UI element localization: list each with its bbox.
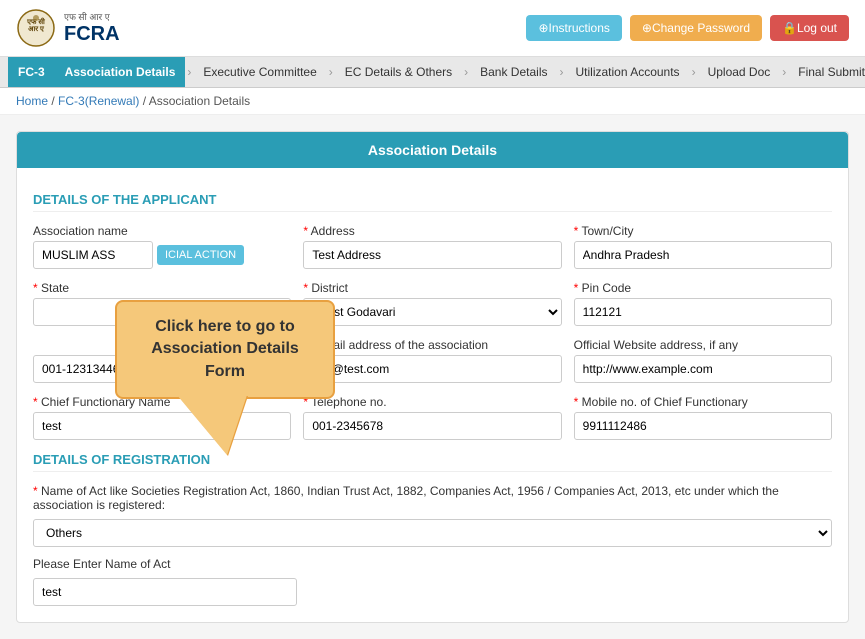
act-label: * Name of Act like Societies Registratio… xyxy=(33,484,832,512)
nav-tabs: FC-3 Association Details › Executive Com… xyxy=(0,57,865,88)
association-name-input-wrapper: ICIAL ACTION xyxy=(33,241,291,269)
association-name-group: Association name ICIAL ACTION xyxy=(33,224,291,269)
logo-text-group: एफ सी आर ए FCRA xyxy=(64,10,120,46)
form-row-4: * Chief Functionary Name * Telephone no.… xyxy=(33,395,832,440)
tab-utilization-accounts[interactable]: Utilization Accounts xyxy=(566,57,690,87)
header-buttons: ⊕Instructions ⊕Change Password 🔒Log out xyxy=(526,15,849,41)
chief-functionary-input[interactable] xyxy=(33,412,291,440)
email-input[interactable] xyxy=(303,355,561,383)
act-name-input[interactable] xyxy=(33,578,297,606)
tooltip-arrow xyxy=(177,395,247,455)
breadcrumb-home[interactable]: Home xyxy=(16,94,48,108)
main-content: Click here to go to Association Details … xyxy=(0,115,865,639)
tooltip-overlay: Click here to go to Association Details … xyxy=(115,300,335,399)
mobile-input[interactable] xyxy=(574,412,832,440)
logo-subtitle: एफ सी आर ए xyxy=(64,10,120,23)
telephone-input[interactable] xyxy=(303,412,561,440)
change-password-button[interactable]: ⊕Change Password xyxy=(630,15,762,41)
website-group: Official Website address, if any xyxy=(574,338,832,383)
tab-association-details[interactable]: Association Details xyxy=(55,57,186,87)
icial-action-button[interactable]: ICIAL ACTION xyxy=(157,245,244,265)
town-city-group: * Town/City xyxy=(574,224,832,269)
website-input[interactable] xyxy=(574,355,832,383)
breadcrumb-current: Association Details xyxy=(149,94,250,108)
town-city-input[interactable] xyxy=(574,241,832,269)
tooltip-box: Click here to go to Association Details … xyxy=(115,300,335,399)
district-label: * District xyxy=(303,281,561,295)
chief-functionary-group: * Chief Functionary Name xyxy=(33,395,291,440)
registration-section-title: DETAILS OF REGISTRATION xyxy=(33,452,832,472)
district-group: * District West Godavari xyxy=(303,281,561,326)
telephone-label: * Telephone no. xyxy=(303,395,561,409)
town-city-label: * Town/City xyxy=(574,224,832,238)
breadcrumb-fc3[interactable]: FC-3(Renewal) xyxy=(58,94,139,108)
tab-final-submit[interactable]: Final Submit xyxy=(788,57,865,87)
telephone-group: * Telephone no. xyxy=(303,395,561,440)
svg-text:आर ए: आर ए xyxy=(28,26,45,33)
form-panel-header: Association Details xyxy=(17,132,848,168)
website-label: Official Website address, if any xyxy=(574,338,832,352)
logo-area: एफ सी आर ए एफ सी आर ए FCRA xyxy=(16,8,120,48)
association-name-input[interactable] xyxy=(33,241,153,269)
pin-code-group: * Pin Code xyxy=(574,281,832,326)
applicant-section-title: DETAILS OF THE APPLICANT xyxy=(33,192,832,212)
logo-title: FCRA xyxy=(64,23,120,46)
tab-bank-details[interactable]: Bank Details xyxy=(470,57,557,87)
email-label: * E-mail address of the association xyxy=(303,338,561,352)
act-select[interactable]: Others Societies Registration Act 1860 I… xyxy=(33,519,832,547)
mobile-group: * Mobile no. of Chief Functionary xyxy=(574,395,832,440)
form-row-1: Association name ICIAL ACTION * Address xyxy=(33,224,832,269)
act-group: * Name of Act like Societies Registratio… xyxy=(33,484,832,547)
fcra-emblem: एफ सी आर ए xyxy=(16,8,56,48)
state-label: * State xyxy=(33,281,291,295)
tab-ec-details-others[interactable]: EC Details & Others xyxy=(335,57,462,87)
breadcrumb: Home / FC-3(Renewal) / Association Detai… xyxy=(0,88,865,115)
pin-code-input[interactable] xyxy=(574,298,832,326)
mobile-label: * Mobile no. of Chief Functionary xyxy=(574,395,832,409)
instructions-button[interactable]: ⊕Instructions xyxy=(526,15,621,41)
address-group: * Address xyxy=(303,224,561,269)
pin-code-label: * Pin Code xyxy=(574,281,832,295)
address-label: * Address xyxy=(303,224,561,238)
act-name-label: Please Enter Name of Act xyxy=(33,557,832,571)
tooltip-text: Click here to go to Association Details … xyxy=(151,318,299,380)
tab-executive-committee[interactable]: Executive Committee xyxy=(193,57,326,87)
header: एफ सी आर ए एफ सी आर ए FCRA ⊕Instructions… xyxy=(0,0,865,57)
district-select[interactable]: West Godavari xyxy=(303,298,561,326)
fc3-label: FC-3 xyxy=(8,57,55,87)
logout-button[interactable]: 🔒Log out xyxy=(770,15,849,41)
association-name-label: Association name xyxy=(33,224,291,238)
address-input[interactable] xyxy=(303,241,561,269)
email-group: * E-mail address of the association xyxy=(303,338,561,383)
tab-upload-doc[interactable]: Upload Doc xyxy=(698,57,781,87)
act-name-group: Please Enter Name of Act xyxy=(33,557,832,606)
